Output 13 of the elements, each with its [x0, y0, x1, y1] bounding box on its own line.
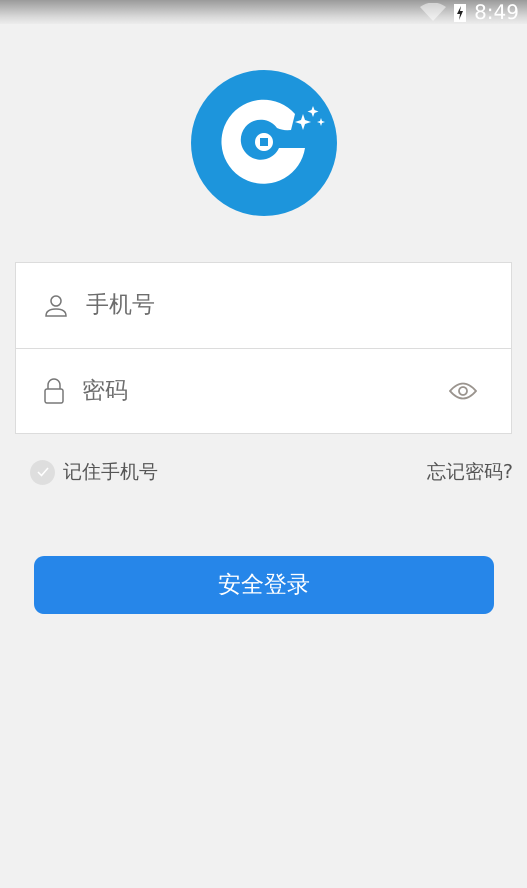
- eye-icon[interactable]: [449, 382, 477, 400]
- forgot-password-link[interactable]: 忘记密码?: [426, 458, 513, 486]
- login-button[interactable]: 安全登录: [34, 556, 494, 614]
- password-field[interactable]: 密码: [80, 372, 433, 410]
- battery-charging-icon: [454, 2, 466, 22]
- wifi-icon: [420, 3, 446, 21]
- remember-label: 记住手机号: [63, 460, 158, 485]
- user-icon: [44, 294, 68, 318]
- phone-field[interactable]: 手机号: [84, 287, 477, 324]
- lock-icon: [44, 378, 64, 404]
- check-icon: [36, 467, 48, 477]
- clock-time: 8:49: [474, 0, 519, 26]
- remember-checkbox[interactable]: [30, 460, 55, 484]
